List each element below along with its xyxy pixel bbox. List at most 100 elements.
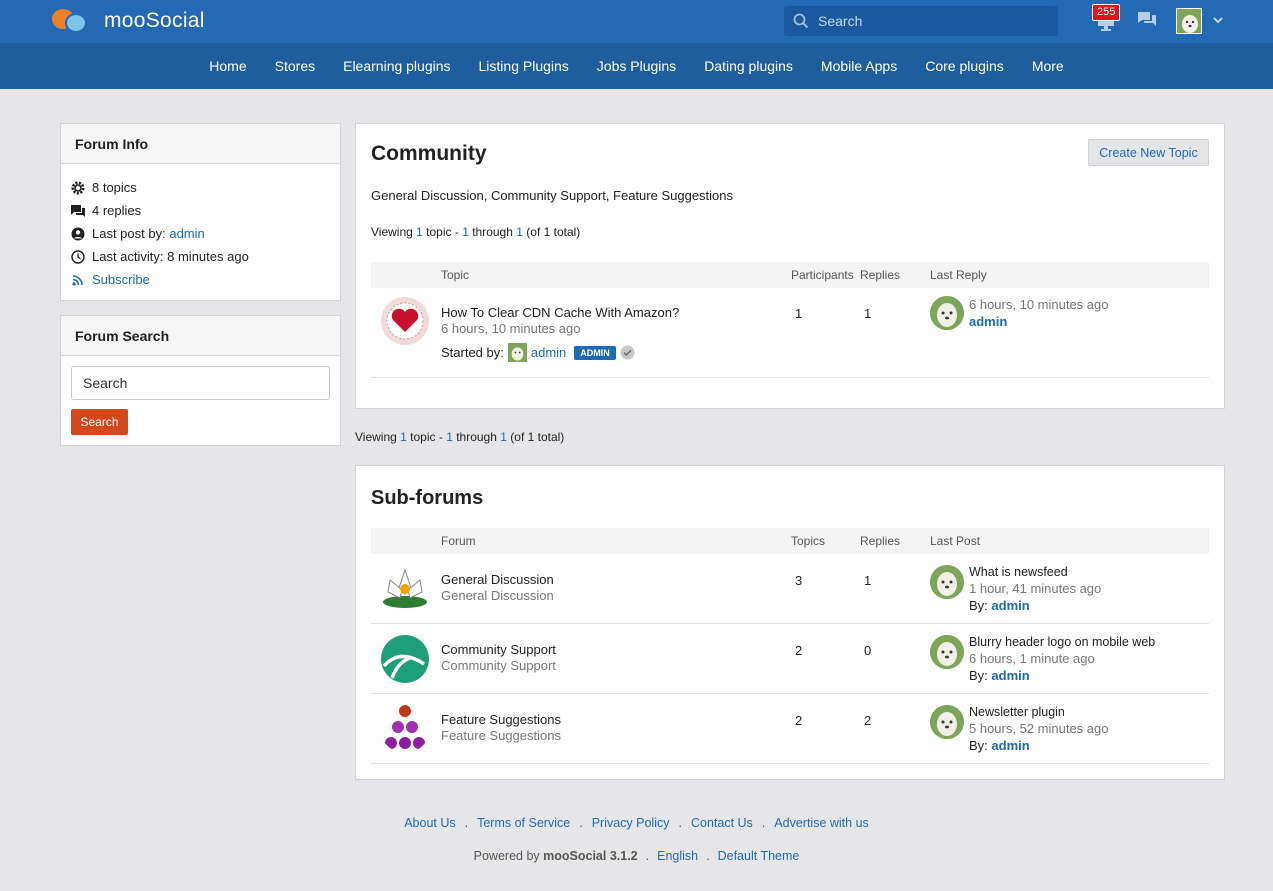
topic-started-by: Started by: admin ADMIN [441, 343, 635, 362]
brand-name: mooSocial [104, 9, 205, 32]
forum-info-panel: Forum Info 8 topics 4 replies Last post … [60, 123, 341, 301]
support-circle-icon [381, 635, 429, 683]
topic-participants: 1 [795, 306, 803, 321]
forum-icon-community-support[interactable] [380, 634, 430, 684]
topic-title-link[interactable]: How To Clear CDN Cache With Amazon? [441, 305, 679, 320]
forum-replies-community-support: 0 [864, 643, 872, 658]
topic-thumbnail[interactable] [380, 296, 430, 346]
footer-contact[interactable]: Contact Us [691, 816, 753, 830]
last-post-user-link[interactable]: admin [169, 226, 204, 241]
forum-desc-general: General Discussion [441, 588, 554, 603]
info-replies: 4 replies [71, 199, 330, 222]
main-nav: Home Stores Elearning plugins Listing Pl… [0, 43, 1273, 89]
forum-replies-general: 1 [864, 573, 872, 588]
verified-check-icon [620, 345, 635, 360]
last-post-avatar[interactable] [930, 705, 964, 739]
messages-button[interactable] [1137, 10, 1157, 33]
col-forum: Forum [441, 534, 476, 548]
info-topics: 8 topics [71, 176, 330, 199]
last-reply-time: 6 hours, 10 minutes ago [969, 297, 1109, 312]
nav-elearning-plugins[interactable]: Elearning plugins [329, 58, 464, 74]
info-last-activity: Last activity: 8 minutes ago [71, 245, 330, 268]
pagination-summary-bottom: Viewing 1 topic - 1 through 1 (of 1 tota… [355, 430, 565, 444]
nav-jobs-plugins[interactable]: Jobs Plugins [583, 58, 690, 74]
language-selector[interactable]: English [657, 849, 698, 863]
footer-privacy[interactable]: Privacy Policy [592, 816, 670, 830]
gem-pyramid-icon [385, 705, 425, 749]
global-search[interactable] [784, 6, 1058, 36]
notifications-button[interactable]: 255 [1092, 4, 1121, 36]
last-post-title-link[interactable]: Newsletter plugin [969, 705, 1065, 719]
subforums-title: Sub-forums [371, 487, 484, 509]
brand-logo[interactable]: mooSocial [52, 6, 205, 36]
col-participants: Participants [791, 268, 854, 282]
chevron-down-icon [1213, 17, 1223, 24]
forum-link-general[interactable]: General Discussion [441, 572, 554, 587]
forum-link-feature-suggestions[interactable]: Feature Suggestions [441, 712, 561, 727]
topic-replies: 1 [864, 306, 872, 321]
notification-count-badge: 255 [1092, 4, 1121, 21]
col-last-reply: Last Reply [930, 268, 987, 282]
last-reply-avatar[interactable] [930, 296, 964, 330]
last-post-user-link[interactable]: admin [991, 668, 1029, 683]
last-post-user-link[interactable]: admin [991, 738, 1029, 753]
user-avatar[interactable] [1176, 8, 1202, 34]
nav-more[interactable]: More [1018, 58, 1078, 74]
nav-listing-plugins[interactable]: Listing Plugins [465, 58, 583, 74]
dog-avatar-icon [930, 296, 964, 330]
last-post-time: 6 hours, 1 minute ago [969, 651, 1095, 666]
account-dropdown[interactable] [1212, 14, 1224, 29]
last-post-title-link[interactable]: Blurry header logo on mobile web [969, 635, 1155, 649]
last-post-by: By: admin [969, 738, 1030, 753]
row-divider [371, 377, 1209, 378]
forum-icon-feature-suggestions[interactable] [380, 703, 430, 753]
top-header: mooSocial 255 [0, 0, 1273, 43]
last-post-time: 1 hour, 41 minutes ago [969, 581, 1102, 596]
theme-selector[interactable]: Default Theme [718, 849, 800, 863]
forum-desc-community-support: Community Support [441, 658, 556, 673]
powered-brand: mooSocial 3.1.2 [543, 849, 638, 863]
subforums-table-header: Forum Topics Replies Last Post [371, 528, 1209, 554]
logo-bubbles-icon [52, 7, 90, 35]
row-divider [371, 623, 1209, 624]
forum-search-button[interactable]: Search [71, 409, 128, 435]
footer-advertise[interactable]: Advertise with us [774, 816, 868, 830]
forum-search-input[interactable]: Search [71, 366, 330, 400]
author-avatar[interactable] [507, 343, 527, 362]
dog-avatar-icon [1177, 9, 1201, 33]
nav-home[interactable]: Home [195, 58, 260, 74]
col-topic: Topic [441, 268, 470, 282]
footer-terms[interactable]: Terms of Service [477, 816, 570, 830]
forum-topics-community-support: 2 [795, 643, 803, 658]
community-title: Community [371, 142, 487, 165]
last-reply-user-link[interactable]: admin [969, 314, 1007, 329]
dog-avatar-icon [930, 705, 964, 739]
nav-stores[interactable]: Stores [261, 58, 329, 74]
chat-icon [71, 204, 85, 217]
subforum-links: General Discussion, Community Support, F… [371, 188, 734, 203]
nav-dating-plugins[interactable]: Dating plugins [690, 58, 807, 74]
forum-icon-general[interactable] [380, 562, 430, 612]
col-replies: Replies [860, 268, 901, 282]
nav-mobile-apps[interactable]: Mobile Apps [807, 58, 911, 74]
last-post-avatar[interactable] [930, 635, 964, 669]
user-circle-icon [71, 227, 85, 240]
chat-icon [1138, 12, 1156, 26]
global-search-input[interactable] [818, 13, 1048, 29]
last-post-user-link[interactable]: admin [991, 598, 1029, 613]
subscribe-link[interactable]: Subscribe [71, 268, 330, 291]
create-topic-button[interactable]: Create New Topic [1088, 139, 1209, 166]
dog-avatar-icon [930, 565, 964, 599]
row-divider [371, 693, 1209, 694]
pagination-summary: Viewing 1 topic - 1 through 1 (of 1 tota… [371, 225, 581, 239]
forum-search-title: Forum Search [61, 316, 340, 356]
dog-avatar-icon [930, 635, 964, 669]
forum-link-community-support[interactable]: Community Support [441, 642, 556, 657]
last-post-avatar[interactable] [930, 565, 964, 599]
col-topics: Topics [791, 534, 826, 548]
topic-author-link[interactable]: admin [531, 345, 566, 360]
footer-about-us[interactable]: About Us [404, 816, 455, 830]
forum-desc-feature-suggestions: Feature Suggestions [441, 728, 561, 743]
nav-core-plugins[interactable]: Core plugins [911, 58, 1018, 74]
last-post-title-link[interactable]: What is newsfeed [969, 565, 1068, 579]
